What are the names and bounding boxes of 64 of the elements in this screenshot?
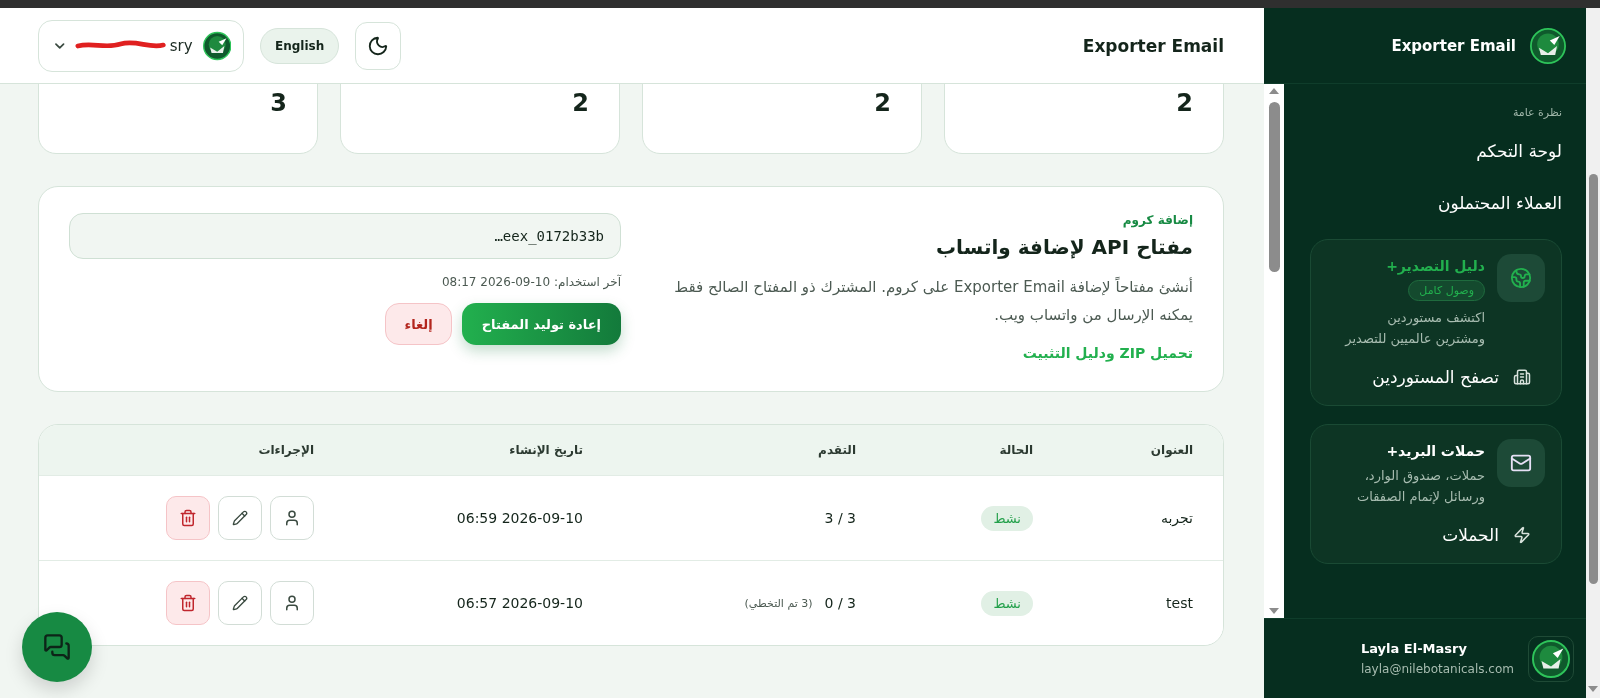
group-title: حملات البريد+ [1386, 443, 1485, 459]
pencil-icon [232, 595, 248, 611]
logo-icon [1530, 27, 1566, 64]
table-cell: 2026-09-10 06:59 [456, 510, 583, 526]
nav-item[interactable]: العملاء المحتملون [1310, 193, 1562, 213]
user-icon [283, 594, 301, 612]
scrollbar[interactable] [1264, 84, 1284, 618]
last-used-text: آخر استخدام: 10-09-2026 08:17 [441, 275, 621, 289]
table-cell: test [1166, 595, 1193, 611]
group-description: حملات، صندوق الوارد، ورسائل لإتمام الصفقات [1356, 467, 1485, 507]
user-name: sry [169, 36, 193, 55]
card-title: مفتاح API لإضافة واتساب [935, 235, 1193, 259]
building-icon [1513, 368, 1531, 386]
regenerate-button[interactable]: إعادة توليد المفتاح [461, 303, 621, 345]
edit-button[interactable] [218, 581, 262, 625]
language-button[interactable]: English [260, 27, 340, 64]
user-icon [283, 509, 301, 527]
avatar-logo-icon [202, 30, 231, 61]
nav-item[interactable]: لوحة التحكم [1310, 141, 1562, 161]
column-header: العنوان [1149, 443, 1193, 457]
api-key-field[interactable]: …eex_0172b33b [69, 213, 621, 259]
delete-button[interactable] [166, 581, 210, 625]
chevron-down-icon [55, 42, 65, 49]
page-title: Exporter Email [1082, 35, 1224, 56]
stat-value: 2 [874, 89, 891, 117]
group-description: اكتشف مستوردين ومشترين عالميين للتصدير [1343, 309, 1485, 349]
column-header: تاريخ الإنشاء [508, 443, 583, 457]
table-cell: 2026-09-10 06:57 [456, 595, 583, 611]
nav-item[interactable]: الحملات [1335, 525, 1545, 545]
recipients-button[interactable] [270, 496, 314, 540]
recipients-button[interactable] [270, 581, 314, 625]
delete-button[interactable] [166, 496, 210, 540]
group-title: دليل التصدير+ [1386, 258, 1485, 274]
status-badge: نشط [981, 590, 1033, 616]
stat-value: 2 [1176, 89, 1193, 117]
table-cell: تجربه [1160, 510, 1193, 526]
card-eyebrow: إضافة كروم [1122, 213, 1193, 227]
chat-icon [43, 633, 71, 661]
column-header: الإجراءات [257, 443, 314, 457]
stat-value: 3 [270, 89, 287, 117]
edit-button[interactable] [218, 496, 262, 540]
brand-name: Exporter Email [1391, 36, 1516, 55]
access-badge: وصول كامل [1408, 280, 1485, 301]
user-menu-button[interactable]: sry [38, 19, 244, 72]
section-label: نظرة عامة [1511, 106, 1562, 119]
trash-icon [179, 509, 197, 527]
progress-note: (3 تم التخطي) [744, 596, 813, 610]
status-badge: نشط [981, 505, 1033, 531]
stat-value: 2 [572, 89, 589, 117]
user-email: layla@nilebotanicals.com [1360, 662, 1514, 676]
trash-icon [179, 594, 197, 612]
progress-text: 0 / 3 [824, 595, 856, 611]
progress-text: 3 / 3 [824, 510, 856, 526]
cancel-button[interactable]: إلغاء [385, 303, 452, 345]
lightning-icon [1513, 526, 1531, 544]
user-name: Layla El-Masry [1360, 641, 1467, 656]
page-scrollbar[interactable] [1586, 8, 1600, 698]
card-description: أنشئ مفتاحاً لإضافة Exporter Email على كروم. المشترك ذو المفتاح الصالح فقط يمكنه الإرسال من واتساب ويب. [673, 276, 1193, 326]
column-header: الحالة [998, 443, 1033, 457]
theme-toggle-button[interactable] [355, 21, 402, 70]
moon-icon [367, 34, 390, 57]
column-header: التقدم [817, 443, 856, 457]
nav-item[interactable]: تصفح المستوردين [1335, 367, 1545, 387]
pencil-icon [232, 510, 248, 526]
